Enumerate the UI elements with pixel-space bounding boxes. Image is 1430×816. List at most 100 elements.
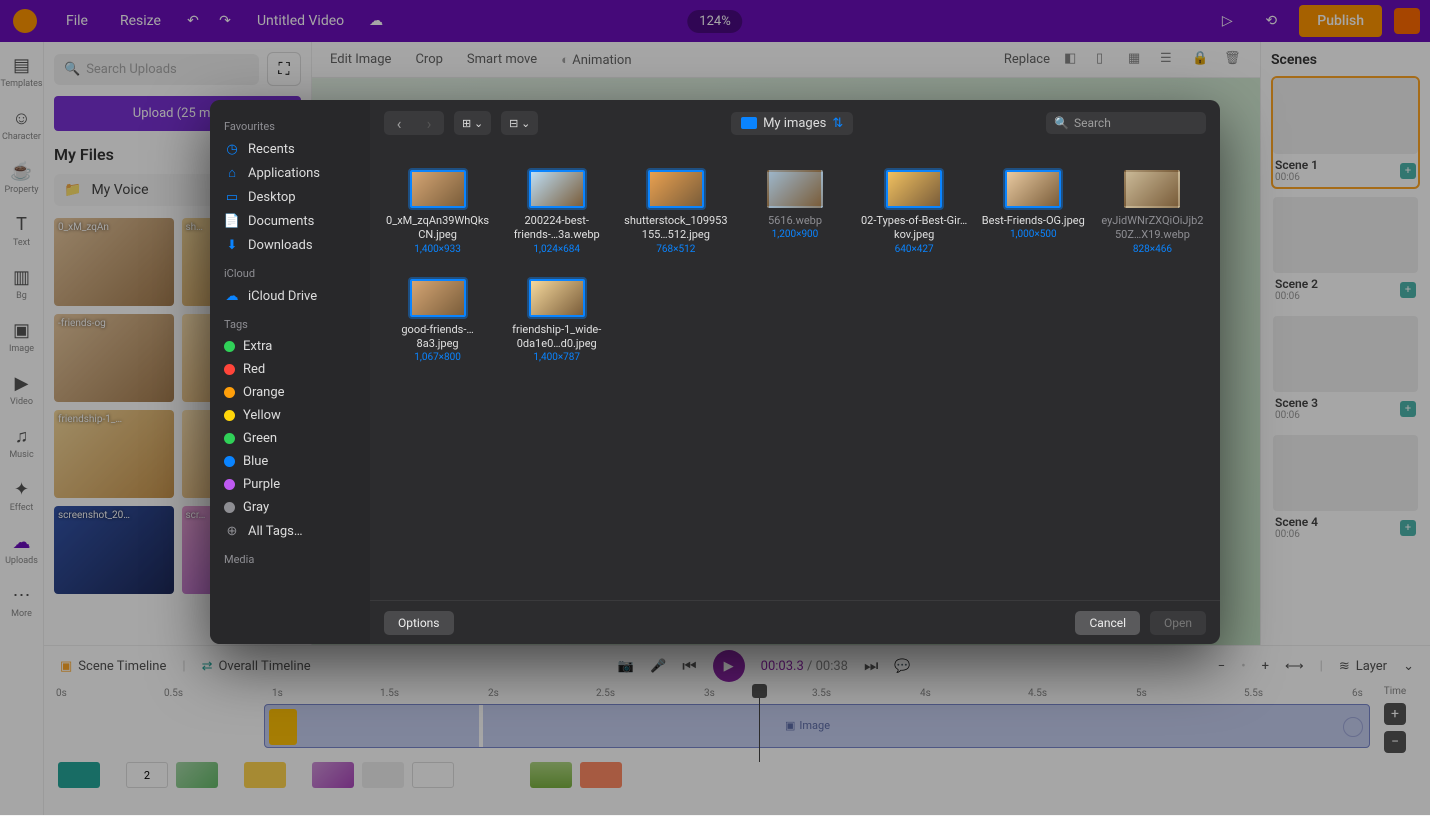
file-item[interactable]: friendship-1_wide-0da1e0…d0.jpeg 1,400×7… bbox=[499, 275, 614, 368]
sidebar-item-label: Desktop bbox=[248, 190, 296, 205]
file-item[interactable]: eyJidWNrZXQiOiJjb250Z…X19.webp 828×466 bbox=[1095, 166, 1210, 259]
tag-dot bbox=[224, 387, 235, 398]
tag-alltags[interactable]: ⊕ All Tags… bbox=[210, 519, 370, 543]
file-dimensions: 1,400×787 bbox=[533, 352, 580, 363]
tag-green[interactable]: Green bbox=[210, 427, 370, 450]
search-icon: 🔍 bbox=[1054, 116, 1069, 130]
tag-gray[interactable]: Gray bbox=[210, 496, 370, 519]
dialog-search-input[interactable]: 🔍 Search bbox=[1046, 112, 1206, 134]
tag-purple[interactable]: Purple bbox=[210, 473, 370, 496]
open-button[interactable]: Open bbox=[1150, 611, 1206, 635]
file-dimensions: 1,000×500 bbox=[1010, 229, 1057, 240]
sidebar-item-label: Applications bbox=[248, 166, 320, 181]
file-thumbnail bbox=[648, 170, 704, 208]
file-item[interactable]: 02-Types-of-Best-Gir…kov.jpeg 640×427 bbox=[857, 166, 972, 259]
desktop-icon: ▭ bbox=[224, 189, 240, 205]
file-item[interactable]: 5616.webp 1,200×900 bbox=[737, 166, 852, 259]
tag-label: Gray bbox=[243, 500, 269, 515]
file-name: 0_xM_zqAn39WhQksCN.jpeg bbox=[384, 214, 491, 243]
file-name: 200224-best-friends-…3a.webp bbox=[503, 214, 610, 243]
file-dimensions: 1,400×933 bbox=[414, 244, 461, 255]
tag-label: Orange bbox=[243, 385, 285, 400]
sidebar-item-label: Documents bbox=[248, 214, 314, 229]
tag-dot bbox=[224, 456, 235, 467]
file-dimensions: 1,024×684 bbox=[533, 244, 580, 255]
file-thumbnail bbox=[886, 170, 942, 208]
tag-dot bbox=[224, 364, 235, 375]
sidebar-item-label: Downloads bbox=[248, 238, 313, 253]
dialog-sidebar: Favourites ◷Recents ⌂ Applications ▭ Desktop… bbox=[210, 100, 370, 644]
file-item[interactable]: 0_xM_zqAn39WhQksCN.jpeg 1,400×933 bbox=[380, 166, 495, 259]
file-item[interactable]: Best-Friends-OG.jpeg 1,000×500 bbox=[976, 166, 1091, 259]
tag-blue[interactable]: Blue bbox=[210, 450, 370, 473]
sidebar-item-applications[interactable]: ⌂ Applications bbox=[210, 161, 370, 185]
file-item[interactable]: shutterstock_109953155…512.jpeg 768×512 bbox=[618, 166, 733, 259]
file-grid: 0_xM_zqAn39WhQksCN.jpeg 1,400×933 200224… bbox=[370, 146, 1220, 600]
sidebar-item-documents[interactable]: 📄 Documents bbox=[210, 209, 370, 233]
file-thumbnail bbox=[1124, 170, 1180, 208]
tag-red[interactable]: Red bbox=[210, 358, 370, 381]
tag-yellow[interactable]: Yellow bbox=[210, 404, 370, 427]
file-dimensions: 1,200×900 bbox=[772, 229, 819, 240]
sidebar-item-downloads[interactable]: ⬇ Downloads bbox=[210, 233, 370, 257]
tag-label: Red bbox=[243, 362, 265, 377]
icloud-header: iCloud bbox=[210, 263, 370, 284]
sidebar-item-label: iCloud Drive bbox=[248, 289, 317, 304]
file-name: friendship-1_wide-0da1e0…d0.jpeg bbox=[503, 323, 610, 352]
group-mode-button[interactable]: ⊟ ⌄ bbox=[501, 111, 538, 135]
tag-extra[interactable]: Extra bbox=[210, 335, 370, 358]
tag-label: Blue bbox=[243, 454, 268, 469]
file-item[interactable]: good-friends-…8a3.jpeg 1,067×800 bbox=[380, 275, 495, 368]
sidebar-item-icloud-drive[interactable]: ☁ iCloud Drive bbox=[210, 284, 370, 308]
file-name: good-friends-…8a3.jpeg bbox=[384, 323, 491, 352]
file-name: 02-Types-of-Best-Gir…kov.jpeg bbox=[861, 214, 968, 243]
downloads-icon: ⬇ bbox=[224, 237, 240, 253]
forward-button[interactable]: › bbox=[414, 111, 444, 135]
file-name: shutterstock_109953155…512.jpeg bbox=[622, 214, 729, 243]
search-placeholder: Search bbox=[1074, 116, 1111, 130]
view-mode-button[interactable]: ⊞ ⌄ bbox=[454, 111, 491, 135]
tag-dot bbox=[224, 479, 235, 490]
options-button[interactable]: Options bbox=[384, 611, 454, 635]
file-open-dialog: Favourites ◷Recents ⌂ Applications ▭ Desktop… bbox=[210, 100, 1220, 644]
icloud-icon: ☁ bbox=[224, 288, 240, 304]
file-name: Best-Friends-OG.jpeg bbox=[982, 214, 1085, 228]
sidebar-item-recents[interactable]: ◷Recents bbox=[210, 137, 370, 161]
tag-icon: ⊕ bbox=[224, 523, 240, 539]
file-dimensions: 768×512 bbox=[656, 244, 695, 255]
tag-dot bbox=[224, 433, 235, 444]
file-thumbnail bbox=[410, 170, 466, 208]
recents-icon: ◷ bbox=[224, 141, 240, 157]
location-label: My images bbox=[763, 116, 826, 131]
file-name: eyJidWNrZXQiOiJjb250Z…X19.webp bbox=[1099, 214, 1206, 243]
chevron-updown-icon: ⇅ bbox=[832, 116, 843, 131]
tag-dot bbox=[224, 502, 235, 513]
favourites-header: Favourites bbox=[210, 116, 370, 137]
documents-icon: 📄 bbox=[224, 213, 240, 229]
file-name: 5616.webp bbox=[768, 214, 822, 228]
folder-icon bbox=[741, 117, 757, 129]
file-thumbnail bbox=[529, 279, 585, 317]
tag-dot bbox=[224, 341, 235, 352]
file-thumbnail bbox=[1005, 170, 1061, 208]
file-item[interactable]: 200224-best-friends-…3a.webp 1,024×684 bbox=[499, 166, 614, 259]
tag-label: All Tags… bbox=[248, 524, 303, 539]
tag-orange[interactable]: Orange bbox=[210, 381, 370, 404]
location-dropdown[interactable]: My images ⇅ bbox=[731, 112, 853, 135]
file-dimensions: 828×466 bbox=[1133, 244, 1172, 255]
sidebar-item-desktop[interactable]: ▭ Desktop bbox=[210, 185, 370, 209]
dialog-toolbar: ‹ › ⊞ ⌄ ⊟ ⌄ My images ⇅ 🔍 Sear bbox=[370, 100, 1220, 146]
file-thumbnail bbox=[529, 170, 585, 208]
tag-label: Green bbox=[243, 431, 277, 446]
applications-icon: ⌂ bbox=[224, 165, 240, 181]
tag-label: Purple bbox=[243, 477, 280, 492]
cancel-button[interactable]: Cancel bbox=[1075, 611, 1140, 635]
file-dimensions: 640×427 bbox=[895, 244, 934, 255]
file-dimensions: 1,067×800 bbox=[414, 352, 461, 363]
tag-label: Yellow bbox=[243, 408, 281, 423]
media-header: Media bbox=[210, 549, 370, 570]
back-button[interactable]: ‹ bbox=[384, 111, 414, 135]
file-thumbnail bbox=[410, 279, 466, 317]
file-thumbnail bbox=[767, 170, 823, 208]
tag-dot bbox=[224, 410, 235, 421]
